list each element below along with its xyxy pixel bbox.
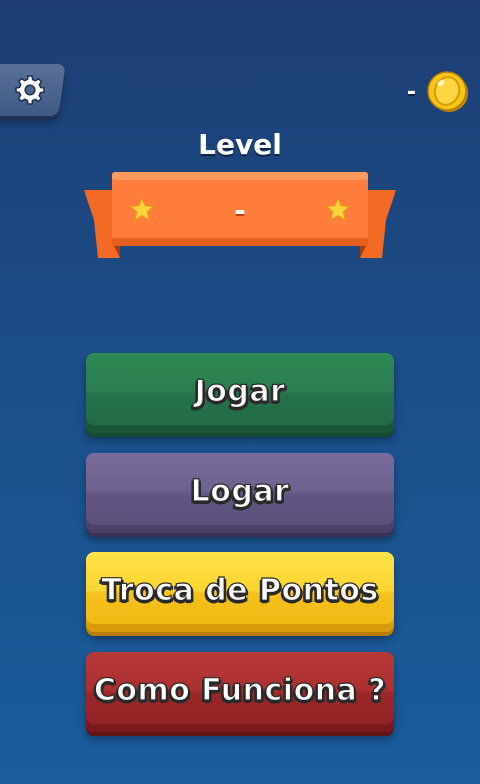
coin-count: - bbox=[406, 79, 416, 105]
login-button[interactable]: Logar bbox=[86, 453, 394, 533]
how-it-works-button-label: Como Funciona ? bbox=[93, 672, 387, 708]
coin-balance: - bbox=[407, 70, 470, 114]
gear-icon bbox=[15, 75, 45, 105]
level-ribbon: - bbox=[84, 172, 396, 264]
login-button-label: Logar bbox=[190, 473, 290, 509]
settings-button[interactable] bbox=[0, 64, 66, 116]
coin-icon bbox=[427, 71, 468, 112]
how-it-works-button[interactable]: Como Funciona ? bbox=[86, 652, 394, 732]
level-title: Level bbox=[198, 128, 282, 161]
level-value: - bbox=[234, 194, 246, 227]
play-button-label: Jogar bbox=[194, 373, 286, 409]
points-exchange-button-label: Troca de Pontos bbox=[101, 572, 379, 608]
play-button[interactable]: Jogar bbox=[86, 353, 394, 433]
points-exchange-button[interactable]: Troca de Pontos bbox=[86, 552, 394, 632]
